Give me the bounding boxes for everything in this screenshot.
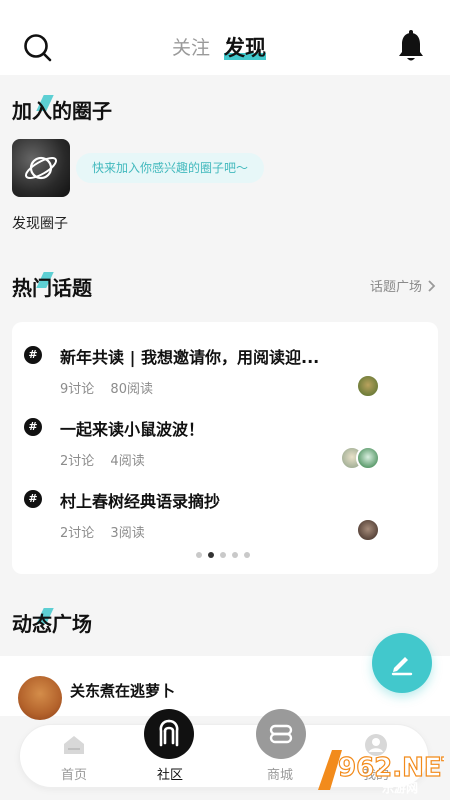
pager-dot[interactable] [244,552,250,558]
topic-reads: 3阅读 [110,526,145,541]
tab-discover[interactable]: 发现 [224,34,267,62]
bell-icon[interactable] [396,30,426,64]
avatar[interactable] [18,676,62,720]
hot-topics-title: 热门话题 [12,276,92,300]
avatar [356,446,380,470]
joined-circles-title: 加入的圈子 [12,99,112,123]
compose-button[interactable] [372,633,432,693]
topic-discussions: 9讨论 [60,382,95,397]
pencil-icon [391,657,413,676]
top-tabs: 关注 发现 [172,34,267,62]
topic-title: 新年共读 | 我想邀请你，用阅读迎... [60,348,320,367]
discover-circle-label[interactable]: 发现圈子 [12,213,68,233]
planet-icon [24,156,58,180]
watermark-logo: 962.NET 乐游网 [312,746,450,795]
pager-dot[interactable] [232,552,238,558]
topic-title: 一起来读小鼠波波！ [60,420,205,439]
top-bar: 关注 发现 [0,0,450,75]
avatar [356,518,380,542]
topic-reads: 80阅读 [110,382,153,397]
topic-square-label: 话题广场 [369,280,422,295]
topic-meta: 9讨论 80阅读 [60,378,165,397]
topic-meta: 2讨论 4阅读 [60,450,157,469]
chevron-right-icon [428,279,436,292]
mall-icon [256,709,306,759]
topic-meta: 2讨论 3阅读 [60,522,157,541]
topic-discussions: 2讨论 [60,454,95,469]
topic-discussions: 2讨论 [60,526,95,541]
pager-dot[interactable] [220,552,226,558]
nav-label: 商城 [266,768,293,783]
nav-label: 社区 [156,768,183,783]
topic-reads: 4阅读 [110,454,145,469]
pager-dot-active[interactable] [208,552,214,558]
feed-post-author[interactable]: 关东煮在逃萝卜 [70,680,175,701]
topic-participants [340,446,380,470]
carousel-pager [196,552,250,558]
hot-topics-card: # 新年共读 | 我想邀请你，用阅读迎... 9讨论 80阅读 # 一起来读小鼠… [12,322,438,574]
topic-participants [356,518,380,542]
nav-label: 首页 [60,768,87,783]
topic-participants [356,374,380,398]
hash-icon: # [24,418,42,436]
search-icon[interactable] [22,32,54,64]
topic-square-link[interactable]: 话题广场 [370,276,436,295]
hash-icon: # [24,346,42,364]
avatar [356,374,380,398]
community-icon [144,709,194,759]
home-icon [64,736,84,754]
watermark-subtext: 乐游网 [382,780,418,794]
watermark-text: 962.NET [338,753,444,783]
discover-circle-thumbnail[interactable] [12,139,70,197]
hash-icon: # [24,490,42,508]
topic-title: 村上春树经典语录摘抄 [60,492,221,511]
join-circle-tip: 快来加入你感兴趣的圈子吧～ [76,153,265,183]
feed-title: 动态广场 [12,612,92,636]
pager-dot[interactable] [196,552,202,558]
tab-follow[interactable]: 关注 [172,34,210,62]
